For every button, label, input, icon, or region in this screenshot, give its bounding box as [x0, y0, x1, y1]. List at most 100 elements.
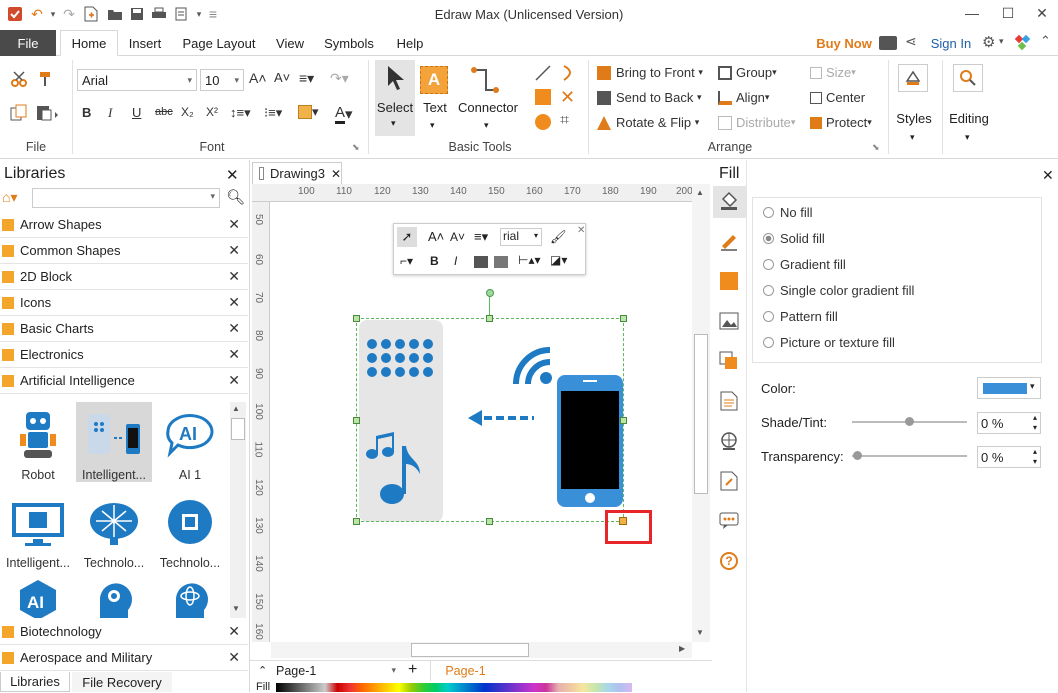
text-dropdown-icon[interactable]: ▾ — [430, 120, 435, 131]
resize-handle[interactable] — [353, 315, 360, 322]
shadow-icon[interactable] — [716, 268, 742, 294]
fill-panel-close-icon[interactable]: ✕ — [1042, 167, 1054, 184]
canvas-hscroll-thumb[interactable] — [411, 643, 529, 657]
rotate-flip-button[interactable]: Rotate & Flip ▾ — [597, 115, 699, 130]
line-spacing-icon[interactable]: ↕≡▾ — [230, 105, 251, 121]
tab-home[interactable]: Home — [60, 30, 118, 56]
protect-button[interactable]: Protect ▾ — [810, 115, 872, 130]
bring-to-front-button[interactable]: Bring to Front ▾ — [597, 65, 703, 80]
group-button[interactable]: Group ▾ — [718, 65, 777, 80]
attachment-icon[interactable] — [716, 468, 742, 494]
library-category[interactable]: Icons ✕ — [0, 290, 248, 316]
library-search-icon[interactable]: 🔍︎ — [226, 188, 245, 206]
library-scroll-thumb[interactable] — [231, 418, 245, 440]
color-palette[interactable] — [276, 683, 632, 692]
shape-intelligent-monitor[interactable]: Intelligent... — [0, 490, 76, 570]
shape-ai-1[interactable]: AI AI 1 — [152, 402, 228, 482]
page-properties-icon[interactable] — [716, 388, 742, 414]
file-tab[interactable]: File — [0, 30, 56, 56]
help-icon[interactable]: ? — [716, 548, 742, 574]
text-highlight-icon[interactable]: ▾ — [298, 104, 319, 120]
shape-head-gear[interactable] — [76, 578, 152, 618]
scroll-up-icon[interactable]: ▲ — [696, 188, 704, 197]
mini-font-select[interactable]: rial ▾ — [500, 228, 542, 246]
resize-handle[interactable] — [353, 417, 360, 424]
resize-handle[interactable] — [486, 315, 493, 322]
image-icon[interactable] — [716, 308, 742, 334]
arrange-dialog-launcher-icon[interactable]: ⬊ — [872, 142, 880, 153]
shape-robot[interactable]: Robot — [0, 402, 76, 482]
connector-label[interactable]: Connector — [456, 100, 520, 115]
shrink-font-icon[interactable]: A˅ — [274, 70, 290, 85]
mini-align-icon[interactable]: ≡▾ — [474, 229, 488, 245]
cross-icon[interactable]: ✕ — [560, 87, 575, 108]
text-direction-icon[interactable]: ↷▾ — [330, 70, 349, 87]
resize-handle[interactable] — [353, 518, 360, 525]
cart-icon[interactable] — [879, 36, 897, 50]
library-category[interactable]: Artificial Intelligence ✕ — [0, 368, 248, 394]
scroll-up-icon[interactable]: ▲ — [232, 404, 240, 413]
remove-category-icon[interactable]: ✕ — [228, 623, 240, 640]
redo-icon[interactable]: ↷ — [60, 5, 78, 23]
library-category[interactable]: Arrow Shapes ✕ — [0, 212, 248, 238]
shade-tint-slider-thumb[interactable] — [905, 417, 914, 426]
strikethrough-icon[interactable]: abc — [155, 106, 173, 118]
settings-gear-icon[interactable]: ⚙ — [982, 33, 995, 51]
theme-icon[interactable] — [1014, 34, 1032, 55]
layer-icon[interactable] — [716, 348, 742, 374]
grow-font-icon[interactable]: A˄ — [249, 70, 267, 86]
transparency-slider-thumb[interactable] — [853, 451, 862, 460]
globe-icon[interactable] — [716, 428, 742, 454]
shape-technology-brain[interactable]: Technolo... — [76, 490, 152, 570]
styles-label[interactable]: Styles — [890, 111, 938, 126]
remove-category-icon[interactable]: ✕ — [228, 242, 240, 259]
fill-option-none[interactable]: No fill — [753, 199, 1041, 225]
settings-dropdown-icon[interactable]: ▾ — [999, 36, 1004, 47]
document-tab[interactable]: Drawing3 ✕ — [252, 162, 342, 184]
sign-in-link[interactable]: Sign In — [926, 30, 976, 56]
format-painter-icon[interactable] — [36, 70, 54, 91]
send-to-back-button[interactable]: Send to Back ▾ — [597, 90, 701, 105]
mini-italic-icon[interactable]: I — [454, 254, 457, 268]
mini-grow-font-icon[interactable]: A˄ — [428, 229, 444, 244]
mini-format-painter-icon[interactable]: 🖌︎ — [550, 229, 567, 245]
mini-shrink-font-icon[interactable]: A˅ — [450, 230, 465, 244]
paste-icon[interactable] — [36, 104, 60, 125]
select-tool-button[interactable]: Select ▾ — [375, 60, 415, 136]
bullets-icon[interactable]: ⁝≡▾ — [264, 105, 282, 121]
resize-handle[interactable] — [620, 417, 627, 424]
library-scrollbar[interactable]: ▲ ▼ — [230, 402, 246, 618]
italic-icon[interactable]: I — [108, 105, 112, 121]
ellipse-icon[interactable] — [535, 114, 551, 130]
tab-symbols[interactable]: Symbols — [318, 30, 380, 56]
maximize-icon[interactable]: ☐ — [998, 4, 1018, 22]
bold-icon[interactable]: B — [82, 105, 91, 120]
fill-option-solid[interactable]: Solid fill — [753, 225, 1041, 251]
shape-intelligent-selected[interactable]: Intelligent... — [76, 402, 152, 482]
connector-dropdown-icon[interactable]: ▾ — [484, 120, 489, 131]
crop-icon[interactable]: ⌗ — [560, 112, 569, 130]
buy-now-link[interactable]: Buy Now — [812, 30, 876, 56]
cut-icon[interactable] — [10, 70, 28, 91]
tab-file-recovery[interactable]: File Recovery — [72, 672, 172, 692]
subscript-icon[interactable]: X₂ — [181, 105, 194, 119]
save-icon[interactable] — [128, 5, 146, 23]
remove-category-icon[interactable]: ✕ — [228, 268, 240, 285]
canvas-vscroll-thumb[interactable] — [694, 334, 708, 494]
control-point-handle[interactable] — [619, 517, 627, 525]
mini-style-icon[interactable]: ◪▾ — [550, 253, 567, 267]
fill-option-gradient[interactable]: Gradient fill — [753, 251, 1041, 277]
fill-option-picture[interactable]: Picture or texture fill — [753, 329, 1041, 355]
page-select[interactable]: Page-1 ▾ — [276, 662, 396, 679]
mini-distribute-icon[interactable]: ⊢▴▾ — [518, 253, 541, 267]
rectangle-icon[interactable] — [535, 89, 551, 105]
library-category[interactable]: Basic Charts ✕ — [0, 316, 248, 342]
font-dialog-launcher-icon[interactable]: ⬊ — [352, 142, 360, 153]
page-tab[interactable]: Page-1 — [430, 661, 500, 681]
customize-icon[interactable]: ≡ — [204, 5, 222, 23]
center-button[interactable]: Center — [810, 90, 865, 105]
minimize-icon[interactable]: — — [962, 4, 982, 22]
text-tool-icon[interactable]: A — [420, 66, 448, 94]
line-icon[interactable] — [534, 64, 552, 82]
fill-option-single-gradient[interactable]: Single color gradient fill — [753, 277, 1041, 303]
